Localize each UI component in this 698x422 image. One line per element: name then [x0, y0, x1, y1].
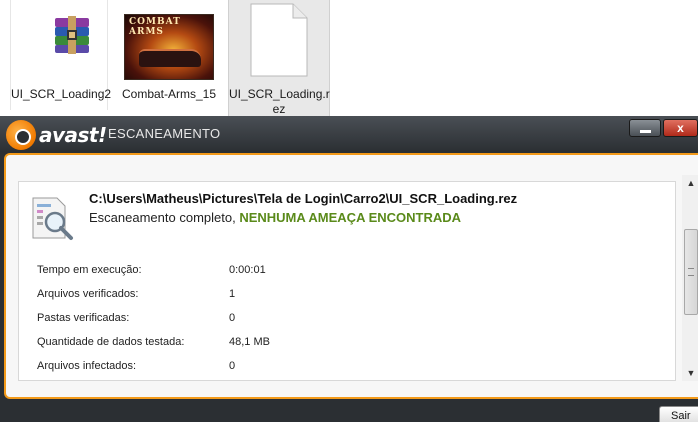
- stat-label: Arquivos verificados:: [37, 288, 139, 300]
- vertical-scrollbar[interactable]: ▲ ▼: [682, 175, 698, 381]
- scanned-file-path: C:\Users\Matheus\Pictures\Tela de Login\…: [89, 191, 518, 206]
- scan-status: Escaneamento completo, NENHUMA AMEAÇA EN…: [89, 210, 461, 225]
- title-bar[interactable]: avast! ESCANEAMENTO x: [0, 116, 698, 152]
- stat-value: 1: [229, 288, 236, 300]
- car-graphic: [139, 49, 201, 67]
- stat-label: Pastas verificadas:: [37, 312, 130, 324]
- stat-label: Arquivos infectados:: [37, 360, 137, 372]
- stat-row: Tempo em execução: 0:00:01: [37, 264, 437, 284]
- desktop-file-ui-scr-loading-rez[interactable]: UI_SCR_Loading.r ez: [228, 0, 330, 117]
- stat-row: Arquivos verificados: 1: [37, 288, 437, 308]
- file-name: UI_SCR_Loading.r ez: [229, 87, 330, 116]
- status-result: NENHUMA AMEAÇA ENCONTRADA: [239, 210, 462, 225]
- status-prefix: Escaneamento completo,: [89, 210, 240, 225]
- avast-scan-window: avast! ESCANEAMENTO x C:\Users\Matheus\P…: [0, 116, 698, 422]
- avast-ball-icon: [6, 120, 36, 150]
- exit-button[interactable]: Sair: [659, 406, 698, 422]
- winrar-archive-icon: [55, 16, 89, 54]
- stat-value: 0: [229, 312, 236, 324]
- stat-value: 0: [229, 360, 236, 372]
- close-button[interactable]: x: [663, 119, 698, 137]
- scroll-down-arrow-icon[interactable]: ▼: [682, 365, 698, 381]
- window-title: ESCANEAMENTO: [108, 126, 221, 141]
- file-name: UI_SCR_Loading2: [11, 87, 112, 101]
- blank-document-icon: [250, 3, 308, 77]
- scroll-up-arrow-icon[interactable]: ▲: [682, 175, 698, 191]
- scroll-thumb[interactable]: [684, 229, 698, 315]
- scan-document-magnifier-icon: [32, 197, 73, 240]
- stat-label: Quantidade de dados testada:: [37, 336, 185, 348]
- minimize-button[interactable]: [629, 119, 661, 137]
- thumbnail-title: COMBAT ARMS: [129, 17, 181, 37]
- brand-name: avast!: [39, 123, 107, 147]
- stat-row: Arquivos infectados: 0: [37, 360, 437, 380]
- stat-label: Tempo em execução:: [37, 264, 142, 276]
- scan-results-area: C:\Users\Matheus\Pictures\Tela de Login\…: [18, 181, 676, 381]
- desktop-file-ui-scr-loading2[interactable]: UI_SCR_Loading2: [10, 0, 112, 110]
- stat-row: Quantidade de dados testada: 48,1 MB: [37, 336, 437, 356]
- stat-value: 0:00:01: [229, 264, 266, 276]
- scan-panel: C:\Users\Matheus\Pictures\Tela de Login\…: [4, 153, 698, 399]
- stat-row: Pastas verificadas: 0: [37, 312, 437, 332]
- desktop-file-area: UI_SCR_Loading2 COMBAT ARMS Combat-Arms_…: [0, 0, 698, 117]
- stat-value: 48,1 MB: [229, 336, 270, 348]
- avast-logo: avast!: [6, 120, 107, 150]
- desktop-file-combat-arms[interactable]: COMBAT ARMS Combat-Arms_15: [118, 0, 220, 117]
- file-name: Combat-Arms_15: [121, 87, 217, 101]
- game-thumbnail: COMBAT ARMS: [124, 14, 214, 80]
